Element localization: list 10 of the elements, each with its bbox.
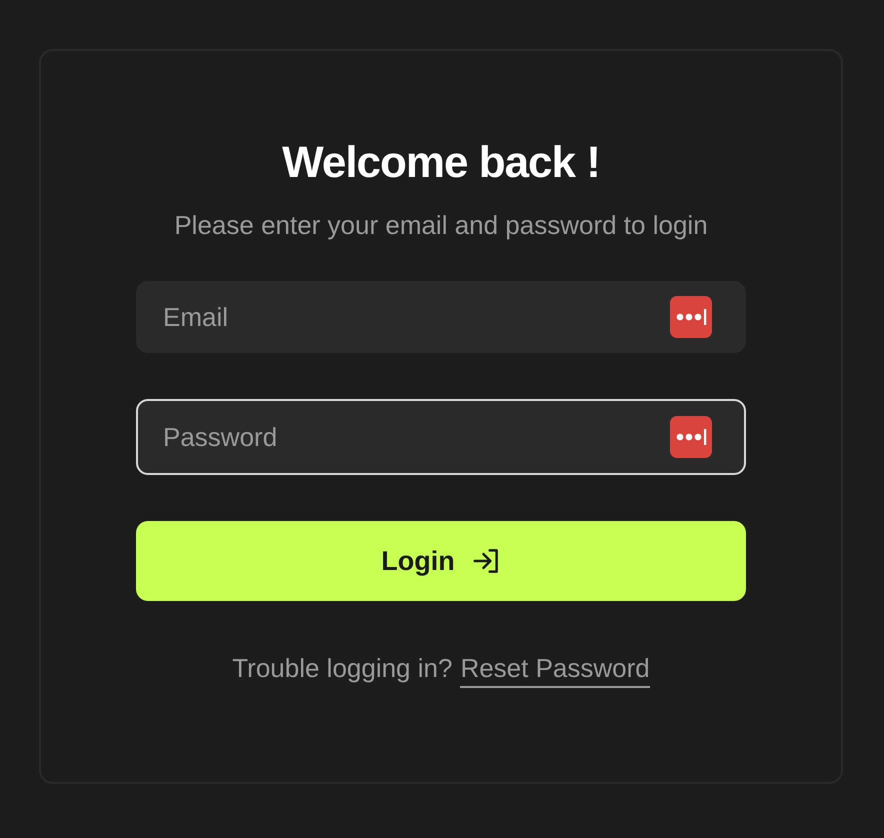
- login-arrow-icon: [470, 546, 501, 576]
- login-button[interactable]: Login: [136, 521, 746, 601]
- password-field[interactable]: Password: [136, 399, 746, 475]
- login-instructions: Please enter your email and password to login: [174, 209, 708, 241]
- welcome-title: Welcome back !: [282, 137, 600, 189]
- trouble-text: Trouble logging in?: [232, 653, 452, 685]
- password-manager-icon[interactable]: [670, 416, 712, 458]
- reset-password-link[interactable]: Reset Password: [460, 653, 650, 688]
- password-manager-icon[interactable]: [670, 296, 712, 338]
- email-field[interactable]: Email: [136, 281, 746, 353]
